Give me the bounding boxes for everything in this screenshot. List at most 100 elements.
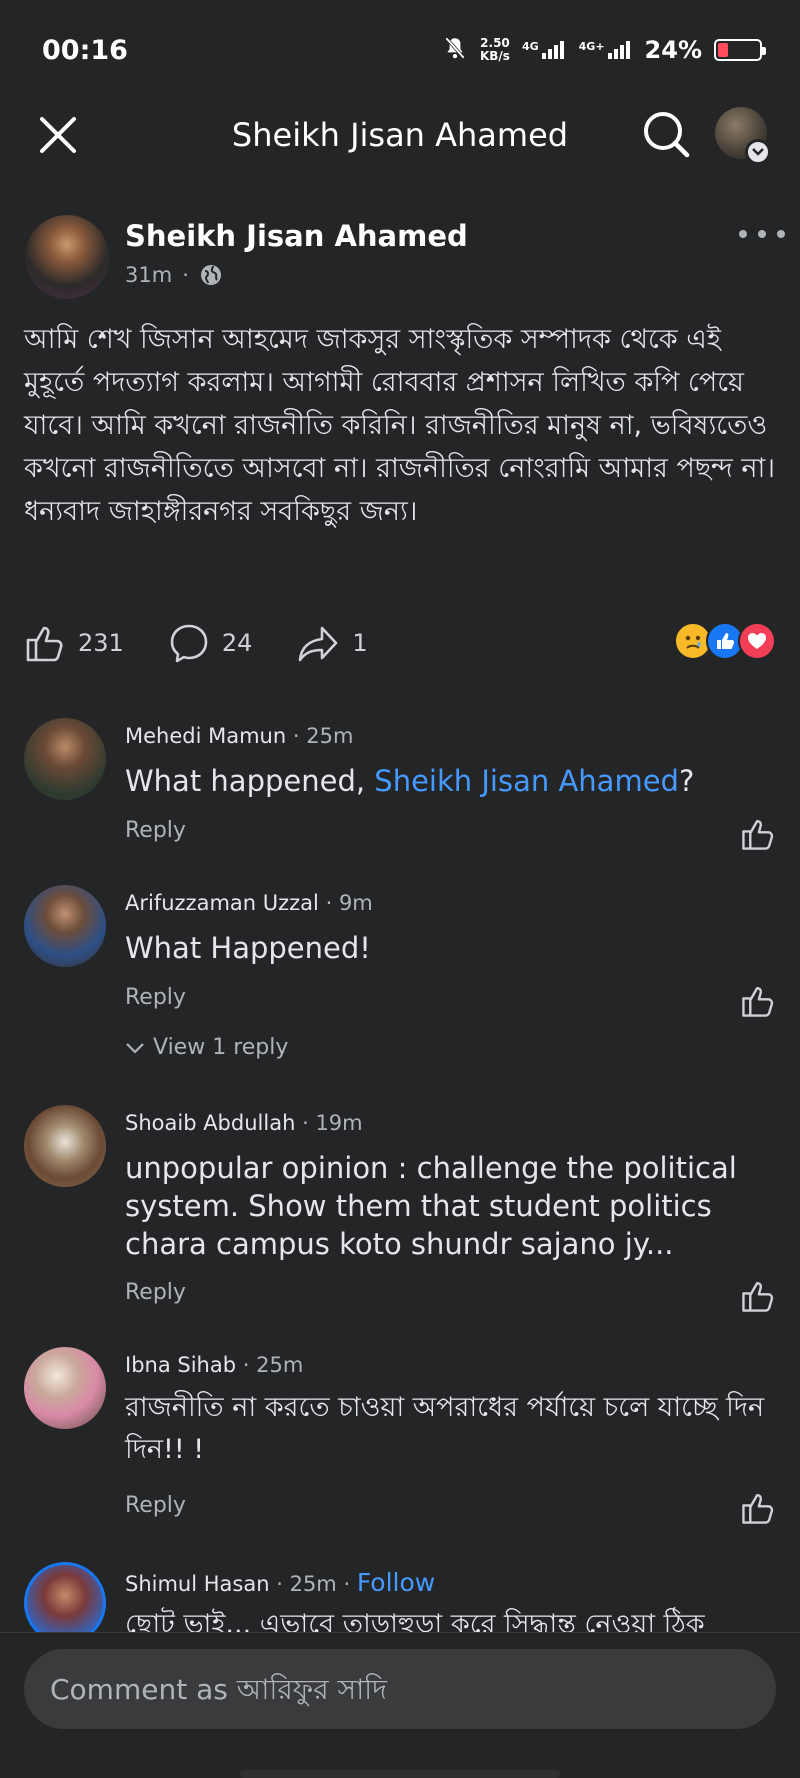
comment-time: 25m [256, 1353, 304, 1377]
thumbs-up-icon [742, 1493, 774, 1524]
home-indicator[interactable] [240, 1770, 560, 1778]
comment-item: Shoaib Abdullah · 19m unpopular opinion … [24, 1105, 780, 1315]
comment-text: রাজনীতি না করতে চাওয়া অপরাধের পর্যায়ে … [125, 1392, 765, 1465]
search-icon [644, 112, 690, 158]
meta-separator: · [242, 1353, 257, 1377]
meta-separator: · [302, 1111, 316, 1135]
avatar[interactable] [24, 718, 106, 800]
comment-time: 25m [306, 724, 354, 748]
comment-text-part: What happened, [125, 764, 375, 798]
comment-time: 19m [315, 1111, 363, 1135]
chevron-down-icon [745, 139, 771, 165]
reactions-summary[interactable] [674, 622, 776, 660]
like-button[interactable]: 231 [24, 622, 124, 664]
post-header: Sheikh Jisan Ahamed 31m · [25, 215, 785, 301]
signal-bars-icon [607, 41, 630, 59]
mention-link[interactable]: Sheikh Jisan Ahamed [374, 764, 679, 798]
commenter-name[interactable]: Ibna Sihab [125, 1353, 236, 1377]
signal-2-label: 4G+ [578, 40, 605, 53]
thumbs-up-icon [742, 1281, 774, 1312]
thumbs-up-icon [742, 986, 774, 1017]
mute-bell-icon [442, 35, 468, 65]
signal-bars-icon [541, 41, 564, 59]
meta-separator: · [325, 891, 339, 915]
share-arrow-icon [299, 626, 338, 662]
love-reaction-icon [738, 622, 776, 660]
reply-button[interactable]: Reply [125, 818, 186, 843]
commenter-name[interactable]: Shoaib Abdullah [125, 1111, 295, 1135]
search-button[interactable] [640, 108, 692, 160]
comment-time: 9m [338, 891, 373, 915]
signal-1: 4G [522, 40, 567, 60]
commenter-name[interactable]: Shimul Hasan [125, 1572, 270, 1596]
battery-percentage: 24% [644, 36, 702, 64]
avatar[interactable] [24, 1105, 106, 1187]
meta-separator: · [276, 1572, 290, 1596]
signal-1-label: 4G [521, 40, 539, 53]
more-dot-icon [758, 230, 766, 238]
share-button[interactable]: 1 [296, 622, 368, 664]
reply-button[interactable]: Reply [125, 1493, 186, 1518]
avatar[interactable] [24, 1347, 106, 1429]
reply-button[interactable]: Reply [125, 985, 186, 1010]
comment-like-button[interactable] [740, 816, 780, 856]
comment-count: 24 [221, 629, 253, 657]
more-options-button[interactable] [739, 219, 785, 249]
comment-item: Arifuzzaman Uzzal · 9m What Happened! Re… [24, 885, 780, 1075]
profile-menu-button[interactable] [715, 107, 771, 165]
post-time: 31m [125, 263, 173, 287]
comment-item: Ibna Sihab · 25m রাজনীতি না করতে চাওয়া … [24, 1347, 780, 1527]
more-dot-icon [739, 230, 747, 238]
status-icons: 2.50 KB/s 4G 4G+ 24% [442, 35, 766, 65]
comment-time: 25m [289, 1572, 337, 1596]
like-count: 231 [78, 629, 124, 657]
comment-item: Mehedi Mamun · 25m What happened, Sheikh… [24, 718, 780, 858]
status-bar: 00:16 2.50 KB/s 4G 4G+ 24% [0, 0, 800, 100]
meta-separator: · [343, 1572, 357, 1596]
comment-text-part: ? [678, 764, 695, 798]
comment-like-button[interactable] [740, 1278, 780, 1318]
comment-header: Shoaib Abdullah · 19m [125, 1111, 363, 1135]
meta-separator: · [292, 724, 307, 748]
post-actions: 231 24 1 [24, 618, 776, 668]
comment-item: Shimul Hasan · 25m · Follow ছোট ভাই... এ… [24, 1562, 780, 1632]
thumbs-up-icon [742, 819, 774, 850]
view-replies-button[interactable]: View 1 reply [125, 1035, 288, 1060]
comment-button[interactable]: 24 [168, 622, 253, 664]
comment-header: Arifuzzaman Uzzal · 9m [125, 891, 373, 915]
signal-2: 4G+ [579, 40, 633, 60]
comment-text: unpopular opinion : challenge the politi… [125, 1151, 737, 1261]
follow-button[interactable]: Follow [357, 1568, 435, 1597]
comment-text: ছোট ভাই... এভাবে তাড়াহুড়া করে সিদ্ধান্… [125, 1609, 705, 1632]
comment-bubble-icon [170, 624, 208, 663]
commenter-name[interactable]: Arifuzzaman Uzzal [125, 891, 319, 915]
reply-button[interactable]: Reply [125, 1280, 186, 1305]
meta-separator: · [182, 263, 189, 287]
battery-icon [714, 39, 766, 61]
post-author-avatar[interactable] [25, 215, 109, 299]
avatar[interactable] [24, 885, 106, 967]
more-dot-icon [777, 230, 785, 238]
comment-input[interactable] [24, 1649, 776, 1729]
net-speed-unit: KB/s [479, 49, 510, 63]
comment-composer [0, 1632, 800, 1778]
post-author-name[interactable]: Sheikh Jisan Ahamed [125, 219, 468, 253]
comment-like-button[interactable] [740, 1490, 780, 1530]
close-button[interactable] [36, 113, 80, 157]
comment-like-button[interactable] [740, 983, 780, 1023]
comment-header: Ibna Sihab · 25m [125, 1353, 303, 1377]
view-replies-label: View 1 reply [153, 1035, 289, 1060]
post-text: আমি শেখ জিসান আহমেদ জাকসুর সাংস্কৃতিক সম… [24, 324, 776, 527]
thumbs-up-icon [26, 626, 63, 662]
share-count: 1 [352, 629, 368, 657]
globe-icon [200, 265, 221, 285]
net-speed: 2.50 KB/s [480, 37, 510, 63]
comment-text: What happened, Sheikh Jisan Ahamed? [125, 762, 785, 800]
comment-text: What Happened! [125, 931, 371, 965]
commenter-name[interactable]: Mehedi Mamun [125, 724, 286, 748]
chevron-down-icon [126, 1042, 144, 1054]
avatar[interactable] [24, 1562, 106, 1632]
status-time: 00:16 [42, 34, 128, 66]
comment-header: Shimul Hasan · 25m · Follow [125, 1568, 435, 1597]
post-meta: 31m · [125, 263, 223, 287]
